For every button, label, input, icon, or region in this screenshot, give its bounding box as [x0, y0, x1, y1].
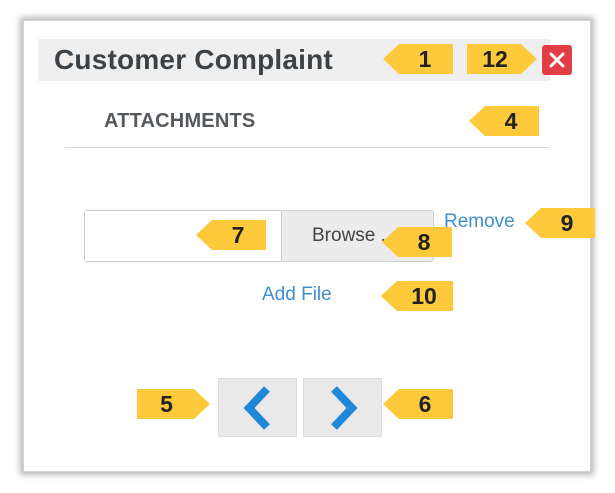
attachments-heading: ATTACHMENTS — [104, 110, 256, 132]
chevron-right-icon — [330, 385, 358, 430]
close-icon — [549, 52, 565, 68]
section-divider — [65, 147, 550, 148]
close-button[interactable] — [542, 45, 572, 75]
add-file-link[interactable]: Add File — [262, 284, 332, 306]
remove-link[interactable]: Remove — [444, 211, 515, 233]
dialog-title: Customer Complaint — [54, 44, 333, 75]
next-button[interactable] — [303, 378, 382, 437]
chevron-left-icon — [242, 385, 270, 430]
page: Customer Complaint ATTACHMENTS Browse ..… — [0, 0, 615, 493]
previous-button[interactable] — [218, 378, 297, 437]
customer-complaint-dialog: Customer Complaint ATTACHMENTS Browse ..… — [23, 20, 591, 472]
